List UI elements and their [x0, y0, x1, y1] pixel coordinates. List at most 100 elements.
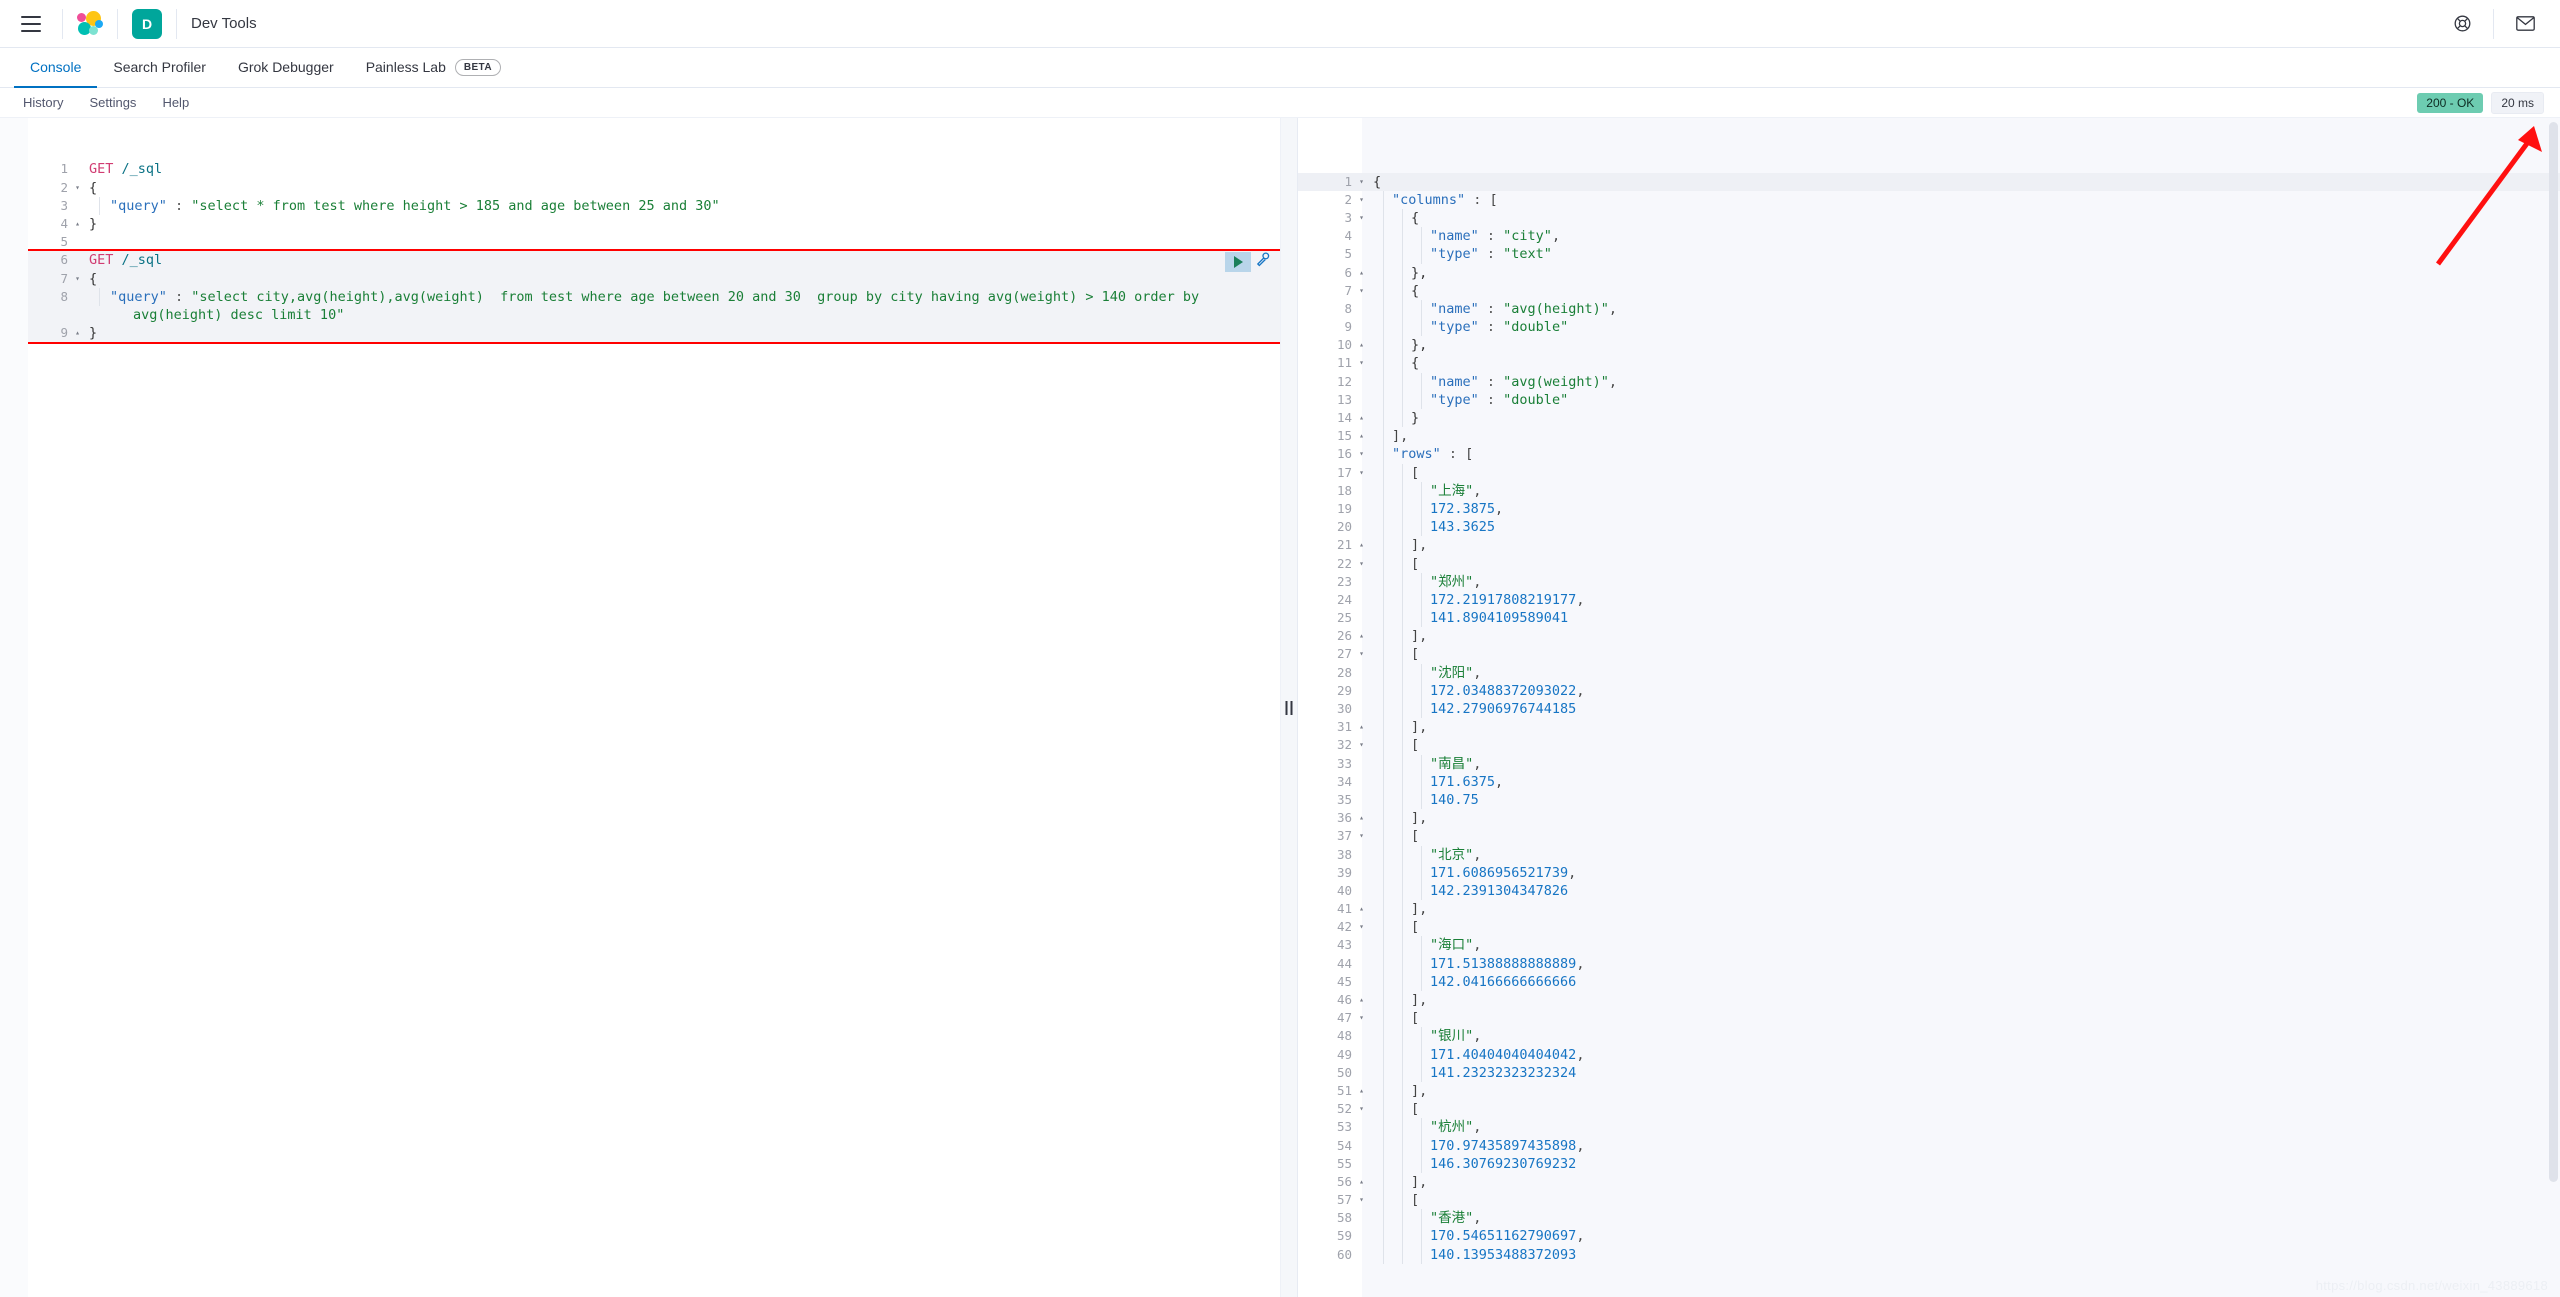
response-line[interactable]: 55 146.30769230769232 [1298, 1154, 2560, 1173]
fold-toggle-icon[interactable]: ▾ [1356, 445, 1367, 463]
response-line[interactable]: 60 140.13953488372093 [1298, 1245, 2560, 1264]
fold-toggle-icon[interactable]: ▴ [1356, 991, 1367, 1009]
response-line[interactable]: 49 171.40404040404042, [1298, 1045, 2560, 1064]
editor-line[interactable]: 6 GET /_sql [28, 251, 1280, 269]
editor-line[interactable]: 4 ▴} [28, 215, 1280, 233]
response-line[interactable]: 35 140.75 [1298, 790, 2560, 810]
response-line[interactable]: 29 172.03488372093022, [1298, 681, 2560, 701]
response-line[interactable]: 36 ▴], [1298, 809, 2560, 828]
subnav-item-settings[interactable]: Settings [76, 88, 149, 118]
response-scrollbar[interactable] [2549, 122, 2558, 1182]
fold-toggle-icon[interactable]: ▾ [1356, 173, 1367, 191]
fold-toggle-icon[interactable]: ▴ [1356, 809, 1367, 827]
response-line[interactable]: 22 ▾ [ [1298, 554, 2560, 573]
response-viewer-lines[interactable]: 1 ▾{2 ▾ "columns" : [3 ▾{4 "name" : "city", 5 "… [1298, 172, 2560, 1264]
response-line[interactable]: 56 ▴], [1298, 1172, 2560, 1192]
active-request-block[interactable]: 6 GET /_sql 7 ▾ {8 "query" : "select city,avg… [28, 249, 1280, 345]
lifebuoy-help-icon[interactable] [2445, 7, 2479, 41]
response-line[interactable]: 9 "type" : "double" [1298, 318, 2560, 337]
subnav-item-history[interactable]: History [10, 88, 76, 118]
wrench-tools-icon[interactable] [1255, 252, 1270, 272]
response-line[interactable]: 16 ▾ "rows" : [ [1298, 445, 2560, 464]
response-line[interactable]: 3 ▾ { [1298, 208, 2560, 228]
response-line[interactable]: 43 "海口", [1298, 936, 2560, 955]
response-line[interactable]: 7 ▾ { [1298, 281, 2560, 300]
request-actions[interactable] [1225, 252, 1270, 273]
response-line[interactable]: 4 "name" : "city", [1298, 227, 2560, 246]
elastic-logo-icon[interactable] [77, 10, 103, 37]
fold-toggle-icon[interactable]: ▴ [1356, 1082, 1367, 1100]
fold-toggle-icon[interactable]: ▴ [1356, 718, 1367, 736]
fold-toggle-icon[interactable]: ▴ [1356, 900, 1367, 918]
play-request-icon[interactable] [1225, 252, 1251, 273]
fold-toggle-icon[interactable]: ▾ [1356, 555, 1367, 573]
editor-line[interactable]: 1 GET /_sql [28, 160, 1280, 178]
fold-toggle-icon[interactable]: ▴ [1356, 409, 1367, 427]
response-line[interactable]: 17 ▾ [ [1298, 463, 2560, 482]
fold-toggle-icon[interactable]: ▾ [72, 179, 83, 197]
response-line[interactable]: 2 ▾ "columns" : [ [1298, 190, 2560, 209]
fold-toggle-icon[interactable]: ▾ [1356, 1191, 1367, 1209]
response-line[interactable]: 44 171.51388888888889, [1298, 954, 2560, 973]
editor-line[interactable]: 9 ▴} [28, 324, 1280, 342]
response-line[interactable]: 45 142.04166666666666 [1298, 972, 2560, 992]
tab-painless-lab[interactable]: Painless Lab BETA [350, 48, 517, 88]
tab-console[interactable]: Console [14, 48, 98, 88]
fold-toggle-icon[interactable]: ▾ [1356, 464, 1367, 482]
response-line[interactable]: 47 ▾ [ [1298, 1009, 2560, 1028]
request-block[interactable]: 1 GET /_sql 2 ▾ {3 "query" : "select * from t… [28, 154, 1280, 251]
response-line[interactable]: 26 ▴], [1298, 627, 2560, 646]
fold-toggle-icon[interactable]: ▾ [1356, 282, 1367, 300]
response-line[interactable]: 19 172.3875, [1298, 499, 2560, 519]
response-line[interactable]: 30 142.27906976744185 [1298, 700, 2560, 719]
response-line[interactable]: 18 "上海", [1298, 481, 2560, 500]
fold-toggle-icon[interactable]: ▴ [72, 215, 83, 233]
response-line[interactable]: 59 170.54651162790697, [1298, 1227, 2560, 1246]
editor-line[interactable]: 2 ▾ { [28, 179, 1280, 197]
response-line[interactable]: 13 "type" : "double" [1298, 390, 2560, 410]
response-line[interactable]: 52 ▾ [ [1298, 1100, 2560, 1119]
response-line[interactable]: 1 ▾ { [1298, 172, 2560, 191]
fold-toggle-icon[interactable]: ▴ [1356, 536, 1367, 554]
response-line[interactable]: 10 ▴}, [1298, 336, 2560, 355]
response-line[interactable]: 41 ▴], [1298, 900, 2560, 919]
response-line[interactable]: 37 ▾ [ [1298, 827, 2560, 846]
response-line[interactable]: 21 ▴], [1298, 536, 2560, 555]
response-line[interactable]: 53 "杭州", [1298, 1118, 2560, 1137]
response-line[interactable]: 34 171.6375, [1298, 772, 2560, 791]
response-line[interactable]: 38 "北京", [1298, 845, 2560, 864]
editor-line[interactable]: 7 ▾ { [28, 270, 1280, 288]
fold-toggle-icon[interactable]: ▾ [72, 270, 83, 288]
fold-toggle-icon[interactable]: ▾ [1356, 191, 1367, 209]
response-line[interactable]: 51 ▴], [1298, 1081, 2560, 1101]
tab-search-profiler[interactable]: Search Profiler [97, 48, 222, 88]
response-line[interactable]: 58 "香港", [1298, 1209, 2560, 1228]
space-badge[interactable]: D [132, 8, 162, 39]
response-line[interactable]: 24 172.21917808219177, [1298, 590, 2560, 610]
response-line[interactable]: 27 ▾ [ [1298, 645, 2560, 664]
response-line[interactable]: 33 "南昌", [1298, 754, 2560, 773]
response-line[interactable]: 12 "name" : "avg(weight)", [1298, 372, 2560, 391]
fold-toggle-icon[interactable]: ▴ [1356, 336, 1367, 354]
response-line[interactable]: 8 "name" : "avg(height)", [1298, 299, 2560, 319]
response-line[interactable]: 54 170.97435897435898, [1298, 1136, 2560, 1155]
response-line[interactable]: 46 ▴], [1298, 991, 2560, 1010]
response-line[interactable]: 31 ▴], [1298, 718, 2560, 737]
tab-grok-debugger[interactable]: Grok Debugger [222, 48, 350, 88]
response-line[interactable]: 25 141.8904109589041 [1298, 609, 2560, 628]
response-line[interactable]: 11 ▾ { [1298, 354, 2560, 373]
fold-toggle-icon[interactable]: ▾ [1356, 1100, 1367, 1118]
request-editor[interactable]: 1 GET /_sql 2 ▾{3 "query" : "select * from t… [28, 118, 1280, 1297]
splitter-grip-icon[interactable] [1285, 700, 1293, 715]
fold-toggle-icon[interactable]: ▾ [1356, 645, 1367, 663]
response-line[interactable]: 42 ▾ [ [1298, 918, 2560, 937]
response-line[interactable]: 48 "银川", [1298, 1027, 2560, 1046]
editor-line[interactable]: 3 "query" : "select * from test where hei… [28, 196, 1280, 215]
response-line[interactable]: 5 "type" : "text" [1298, 245, 2560, 264]
response-viewer[interactable]: 1 ▾{2 ▾ "columns" : [3 ▾{4 "name" : "city", 5 "… [1298, 118, 2560, 1297]
fold-toggle-icon[interactable]: ▴ [1356, 427, 1367, 445]
panel-splitter[interactable] [1280, 118, 1298, 1297]
fold-toggle-icon[interactable]: ▾ [1356, 1009, 1367, 1027]
editor-line[interactable]: 5 [28, 233, 1280, 251]
response-line[interactable]: 6 ▴}, [1298, 263, 2560, 282]
